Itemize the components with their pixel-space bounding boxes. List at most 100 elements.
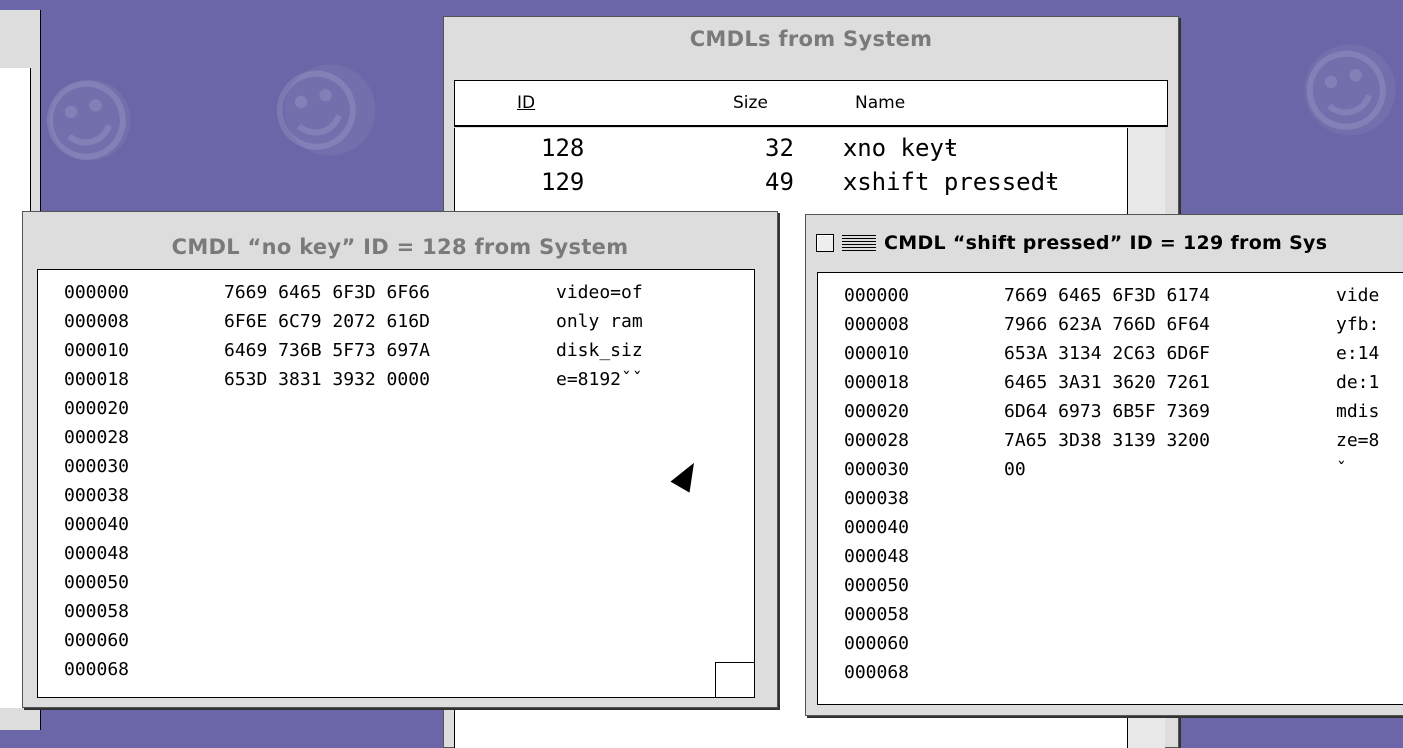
hex-line[interactable]: 000010 653A 3134 2C63 6D6F e:14 <box>818 343 1403 372</box>
hex-line[interactable]: 000040 <box>818 517 1403 546</box>
hex-offset: 000030 <box>844 459 910 480</box>
hex-line[interactable]: 000028 7A65 3D38 3139 3200 ze=8 <box>818 430 1403 459</box>
hex-line[interactable]: 000038 <box>818 488 1403 517</box>
hex-content[interactable]: 000000 7669 6465 6F3D 6F66 video=of 000008 6… <box>37 269 755 698</box>
row-id: 128 <box>541 134 585 162</box>
column-size-header[interactable]: Size <box>733 93 768 113</box>
hex-offset: 000008 <box>64 311 130 332</box>
hex-line[interactable]: 000058 <box>38 601 754 630</box>
hex-offset: 000028 <box>64 427 130 448</box>
hex-editor-window-shift-pressed[interactable]: CMDL “shift pressed” ID = 129 from Sys 0… <box>805 214 1403 716</box>
hex-offset: 000068 <box>844 662 910 683</box>
hex-offset: 000028 <box>844 430 910 451</box>
hex-hex: 6D64 6973 6B5F 7369 <box>1004 401 1210 422</box>
apple-logo-icon: ☺ <box>28 59 146 186</box>
column-id-header[interactable]: ID <box>517 93 535 113</box>
hex-line[interactable]: 000050 <box>38 572 754 601</box>
hex-ascii: yfb: <box>1336 314 1380 335</box>
hex-offset: 000048 <box>844 546 910 567</box>
hex-editor-window-no-key[interactable]: CMDL “no key” ID = 128 from System 00000… <box>22 211 778 708</box>
hex-line[interactable]: 000020 <box>38 398 754 427</box>
hex-ascii: disk_siz <box>556 340 643 361</box>
hex-offset: 000020 <box>64 398 130 419</box>
row-size: 32 <box>765 134 794 162</box>
window-title: CMDLs from System <box>689 27 933 51</box>
hex-line[interactable]: 000050 <box>818 575 1403 604</box>
hex-line[interactable]: 000018 6465 3A31 3620 7261 de:1 <box>818 372 1403 401</box>
hex-offset: 000030 <box>64 456 130 477</box>
hex-hex: 6469 736B 5F73 697A <box>224 340 430 361</box>
hex-line[interactable]: 000068 <box>818 662 1403 691</box>
hex-line[interactable]: 000020 6D64 6973 6B5F 7369 mdis <box>818 401 1403 430</box>
hex-hex: 7669 6465 6F3D 6F66 <box>224 282 430 303</box>
hex-line[interactable]: 000068 <box>38 659 754 688</box>
hex-offset: 000000 <box>844 285 910 306</box>
hex-offset: 000018 <box>844 372 910 393</box>
list-row[interactable]: 129 49 ⅹshift pressedŧ <box>455 168 1127 200</box>
hex-offset: 000048 <box>64 543 130 564</box>
list-header: ID Size Name <box>454 80 1168 127</box>
hex-ascii: ˇ <box>1336 459 1347 480</box>
hex-line[interactable]: 000060 <box>818 633 1403 662</box>
hex-hex: 7966 623A 766D 6F64 <box>1004 314 1210 335</box>
hex-offset: 000018 <box>64 369 130 390</box>
hex-line[interactable]: 000018 653D 3831 3932 0000 e=8192ˇˇ <box>38 369 754 398</box>
hex-hex: 7A65 3D38 3139 3200 <box>1004 430 1210 451</box>
hex-offset: 000010 <box>844 343 910 364</box>
hex-line[interactable]: 000040 <box>38 514 754 543</box>
hex-offset: 000040 <box>844 517 910 538</box>
hex-line[interactable]: 000060 <box>38 630 754 659</box>
apple-logo-icon: ☺ <box>258 49 376 176</box>
hex-line[interactable]: 000048 <box>38 543 754 572</box>
hex-offset: 000010 <box>64 340 130 361</box>
hex-line[interactable]: 000028 <box>38 427 754 456</box>
hex-hex: 00 <box>1004 459 1026 480</box>
hex-ascii: mdis <box>1336 401 1380 422</box>
row-name: ⅹno keyŧ <box>843 134 959 162</box>
hex-ascii: de:1 <box>1336 372 1380 393</box>
hex-ascii: only ram <box>556 311 643 332</box>
hex-line[interactable]: 000058 <box>818 604 1403 633</box>
hex-hex: 6F6E 6C79 2072 616D <box>224 311 430 332</box>
hex-offset: 000068 <box>64 659 130 680</box>
hex-ascii: video=of <box>556 282 643 303</box>
window-title: CMDL “shift pressed” ID = 129 from Sys <box>884 232 1328 254</box>
hex-line[interactable]: 000000 7669 6465 6F3D 6174 vide <box>818 285 1403 314</box>
row-name: ⅹshift pressedŧ <box>843 168 1060 196</box>
row-size: 49 <box>765 168 794 196</box>
hex-hex: 653D 3831 3932 0000 <box>224 369 430 390</box>
hex-line[interactable]: 000030 00 ˇ <box>818 459 1403 488</box>
hex-offset: 000050 <box>64 572 130 593</box>
hex-line[interactable]: 000038 <box>38 485 754 514</box>
hex-offset: 000020 <box>844 401 910 422</box>
hex-offset: 000050 <box>844 575 910 596</box>
hex-offset: 000058 <box>64 601 130 622</box>
hex-line[interactable]: 000008 7966 623A 766D 6F64 yfb: <box>818 314 1403 343</box>
hex-hex: 653A 3134 2C63 6D6F <box>1004 343 1210 364</box>
hex-offset: 000060 <box>64 630 130 651</box>
hex-offset: 000008 <box>844 314 910 335</box>
hex-ascii: ze=8 <box>1336 430 1380 451</box>
column-name-header[interactable]: Name <box>855 93 905 113</box>
hex-ascii: e:14 <box>1336 343 1380 364</box>
window-titlebar[interactable]: CMDL “shift pressed” ID = 129 from Sys <box>806 215 1403 271</box>
hex-hex: 7669 6465 6F3D 6174 <box>1004 285 1210 306</box>
hex-offset: 000060 <box>844 633 910 654</box>
row-id: 129 <box>541 168 585 196</box>
hex-hex: 6465 3A31 3620 7261 <box>1004 372 1210 393</box>
close-box-icon[interactable] <box>816 234 834 252</box>
hex-offset: 000058 <box>844 604 910 625</box>
hex-line[interactable]: 000030 <box>38 456 754 485</box>
hex-content[interactable]: 000000 7669 6465 6F3D 6174 vide 000008 7966 … <box>817 272 1403 705</box>
list-row[interactable]: 128 32 ⅹno keyŧ <box>455 134 1127 166</box>
hex-ascii: e=8192ˇˇ <box>556 369 643 390</box>
hex-line[interactable]: 000008 6F6E 6C79 2072 616D only ram <box>38 311 754 340</box>
hex-line[interactable]: 000000 7669 6465 6F3D 6F66 video=of <box>38 282 754 311</box>
apple-logo-icon: ☺ <box>1288 29 1403 156</box>
titlebar-stripes <box>842 235 876 251</box>
grow-box[interactable] <box>715 662 754 697</box>
hex-offset: 000038 <box>844 488 910 509</box>
hex-offset: 000000 <box>64 282 130 303</box>
hex-line[interactable]: 000048 <box>818 546 1403 575</box>
hex-line[interactable]: 000010 6469 736B 5F73 697A disk_siz <box>38 340 754 369</box>
